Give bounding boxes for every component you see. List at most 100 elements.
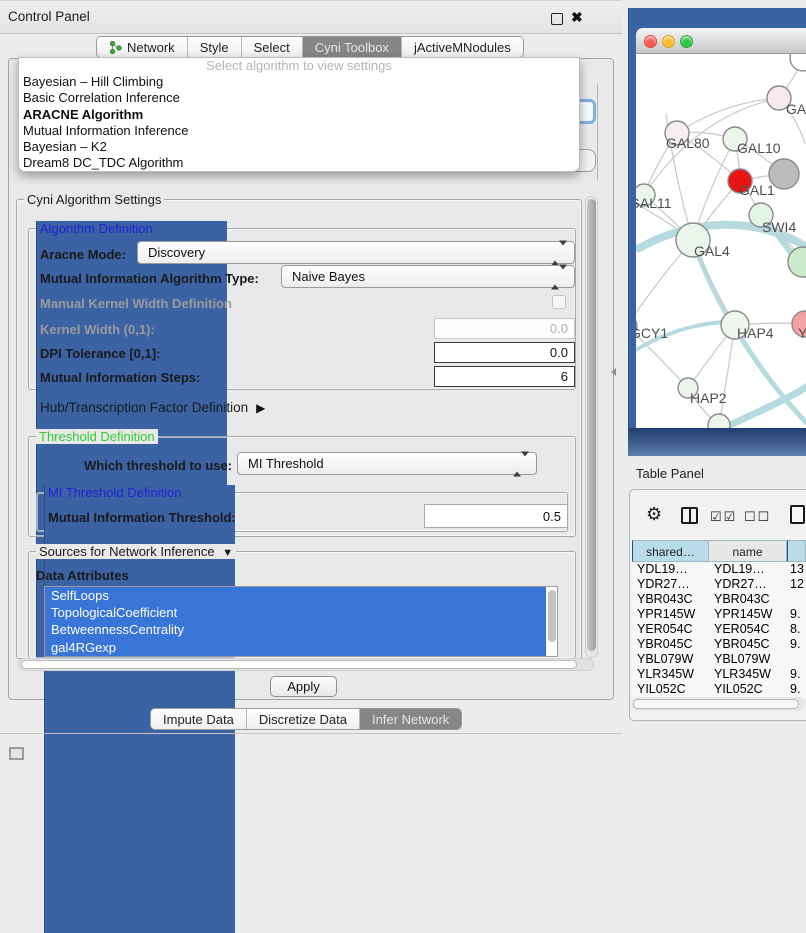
node-label-gal10: GAL10 xyxy=(737,140,781,156)
aracne-mode-value: Discovery xyxy=(148,245,205,260)
table-row[interactable]: YIL052CYIL052C9. xyxy=(632,682,806,697)
gear-icon[interactable]: ⚙ xyxy=(646,504,662,525)
cell-name: YIL052C xyxy=(709,682,787,697)
settings-hscrollbar-thumb[interactable] xyxy=(21,660,577,669)
network-canvas[interactable]: GAL GAL80 GAL10 GAL1 GAL11 SWI4 GAL4 GCY… xyxy=(636,54,806,428)
table-row[interactable]: YDR27…YDR27…12 xyxy=(632,577,806,592)
table-header-row: shared… name xyxy=(632,540,806,562)
network-tab-icon xyxy=(109,41,122,54)
minimized-panel-icon[interactable] xyxy=(9,747,24,760)
algorithm-dropdown-placeholder: Select algorithm to view settings xyxy=(19,58,579,74)
cell-value: 9. xyxy=(787,637,806,652)
mi-type-combo[interactable]: Naive Bayes xyxy=(281,265,575,288)
table-row[interactable]: YBR045CYBR045C9. xyxy=(632,637,806,652)
table-row[interactable]: YBR043CYBR043C xyxy=(632,592,806,607)
attribute-list-scrollbar[interactable] xyxy=(548,590,556,642)
manual-kernel-checkbox[interactable] xyxy=(552,295,566,309)
columns-icon[interactable] xyxy=(681,507,698,524)
mi-steps-field[interactable]: 6 xyxy=(434,366,575,387)
node-label-gal80: GAL80 xyxy=(666,135,710,151)
sources-group-title: Sources for Network Inference xyxy=(39,544,215,559)
cyni-algorithm-settings-title: Cyni Algorithm Settings xyxy=(24,192,164,207)
combo-spinner-icon xyxy=(551,245,567,260)
float-panel-icon[interactable] xyxy=(551,13,563,25)
cell-name: YLR345W xyxy=(709,667,787,682)
cell-name: YDL19… xyxy=(709,562,787,577)
dropdown-item-bayesian-k2[interactable]: Bayesian – K2 xyxy=(19,139,579,155)
cell-shared-name: YPR145W xyxy=(632,607,709,622)
hidden-groupbox-edge xyxy=(597,84,598,180)
apply-button[interactable]: Apply xyxy=(270,676,337,697)
dropdown-item-aracne[interactable]: ARACNE Algorithm xyxy=(19,107,579,123)
dropdown-item-basic-correlation[interactable]: Basic Correlation Inference xyxy=(19,90,579,106)
aracne-mode-combo[interactable]: Discovery xyxy=(137,241,575,264)
table-row[interactable]: YDL19…YDL19…13 xyxy=(632,562,806,577)
tab-cyni-toolbox[interactable]: Cyni Toolbox xyxy=(303,37,402,57)
node-label-swi4: SWI4 xyxy=(762,219,796,235)
select-all-checkboxes-icon[interactable]: ☑☑ xyxy=(710,509,737,525)
algorithm-dropdown: Select algorithm to view settings Bayesi… xyxy=(18,57,580,172)
attribute-item-gal4rgexp[interactable]: gal4RGexp xyxy=(45,639,546,656)
column-header-shared-name[interactable]: shared… xyxy=(632,540,709,562)
node-bottom[interactable] xyxy=(708,414,730,428)
attribute-item-betweennesscentrality[interactable]: BetweennessCentrality xyxy=(45,621,546,638)
window-minimize-button[interactable] xyxy=(662,35,675,48)
tab-infer-network[interactable]: Infer Network xyxy=(360,709,461,729)
mi-type-value: Naive Bayes xyxy=(292,269,365,284)
cell-name: YER054C xyxy=(709,622,787,637)
node-top-right[interactable] xyxy=(790,54,806,71)
node-label-y-partial: Y xyxy=(798,325,806,341)
close-panel-icon[interactable]: ✖ xyxy=(571,9,583,26)
table-row[interactable]: YLR345WYLR345W9. xyxy=(632,667,806,682)
collapse-arrow-icon: ▼ xyxy=(222,547,233,559)
tab-discretize-data-label: Discretize Data xyxy=(259,712,347,727)
window-zoom-button[interactable] xyxy=(680,35,693,48)
settings-scrollbar-thumb[interactable] xyxy=(587,199,596,651)
cell-name: YPR145W xyxy=(709,607,787,622)
deselect-all-checkboxes-icon[interactable]: ☐☐ xyxy=(744,509,771,525)
tab-discretize-data[interactable]: Discretize Data xyxy=(247,709,360,729)
table-hscrollbar-thumb[interactable] xyxy=(633,699,799,709)
dropdown-item-bayesian-hill-climbing[interactable]: Bayesian – Hill Climbing xyxy=(19,74,579,90)
cell-value: 9. xyxy=(787,667,806,682)
column-header-partial[interactable] xyxy=(787,540,806,562)
aracne-mode-label: Aracne Mode: xyxy=(40,247,126,262)
tab-jactivemnodules[interactable]: jActiveMNodules xyxy=(402,37,523,57)
mi-steps-label: Mutual Information Steps: xyxy=(40,370,200,385)
hub-definition-toggle[interactable]: Hub/Transcription Factor Definition ▶ xyxy=(40,400,265,415)
tab-impute-data[interactable]: Impute Data xyxy=(151,709,247,729)
table-row[interactable]: YBL079WYBL079W xyxy=(632,652,806,667)
window-close-button[interactable] xyxy=(644,35,657,48)
panel-collapse-arrow-icon[interactable] xyxy=(611,368,616,376)
mi-threshold-field[interactable]: 0.5 xyxy=(424,504,568,528)
cell-value: 8. xyxy=(787,622,806,637)
tab-network[interactable]: Network xyxy=(97,37,188,57)
node-label-hap2: HAP2 xyxy=(690,390,727,406)
table-row[interactable]: YPR145WYPR145W9. xyxy=(632,607,806,622)
new-table-icon[interactable] xyxy=(790,505,805,524)
tab-select-label: Select xyxy=(254,40,290,55)
dropdown-item-mutual-information[interactable]: Mutual Information Inference xyxy=(19,123,579,139)
threshold-definition-title: Threshold Definition xyxy=(36,429,158,444)
attribute-item-selfloops[interactable]: SelfLoops xyxy=(45,587,546,604)
combo-spinner-icon xyxy=(513,456,529,471)
column-header-name[interactable]: name xyxy=(709,540,787,562)
table-body[interactable]: YDL19…YDL19…13 YDR27…YDR27…12 YBR043CYBR… xyxy=(632,562,806,698)
combo-spinner-icon xyxy=(551,269,567,284)
sources-group-header[interactable]: Sources for Network Inference ▼ xyxy=(36,544,236,559)
tab-style[interactable]: Style xyxy=(188,37,242,57)
cell-shared-name: YDL19… xyxy=(632,562,709,577)
attribute-item-topologicalcoefficient[interactable]: TopologicalCoefficient xyxy=(45,604,546,621)
cell-shared-name: YIL052C xyxy=(632,682,709,697)
mi-type-label: Mutual Information Algorithm Type: xyxy=(40,271,259,286)
dropdown-item-dream8[interactable]: Dream8 DC_TDC Algorithm xyxy=(19,155,579,171)
cell-value xyxy=(787,592,806,607)
tab-select[interactable]: Select xyxy=(242,37,303,57)
kernel-width-field[interactable]: 0.0 xyxy=(434,318,575,339)
tab-jactivemnodules-label: jActiveMNodules xyxy=(414,40,511,55)
cell-value: 13 xyxy=(787,562,806,577)
table-row[interactable]: YER054CYER054C8. xyxy=(632,622,806,637)
which-threshold-combo[interactable]: MI Threshold xyxy=(237,452,537,475)
dpi-tolerance-field[interactable]: 0.0 xyxy=(434,342,575,363)
cell-name: YBR043C xyxy=(709,592,787,607)
